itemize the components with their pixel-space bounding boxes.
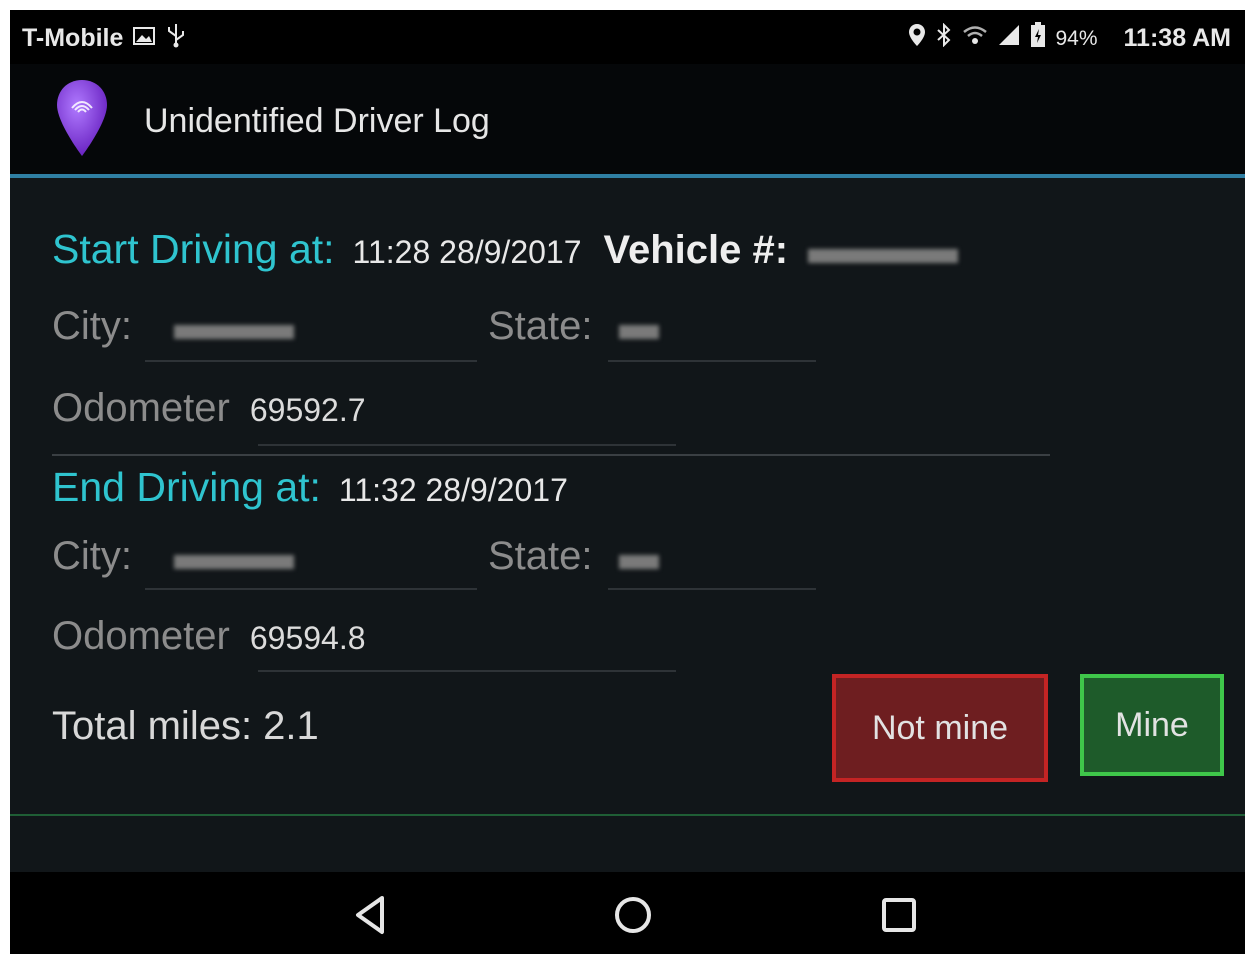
start-state-label: State: xyxy=(488,304,593,348)
end-state-label: State: xyxy=(488,534,593,578)
vehicle-label: Vehicle #: xyxy=(603,228,789,272)
total-miles-row: Total miles: 2.1 xyxy=(52,704,319,749)
not-mine-button[interactable]: Not mine xyxy=(832,674,1048,782)
status-left: T-Mobile xyxy=(22,22,187,55)
end-location-row: City: xyxy=(52,534,294,579)
wifi-icon xyxy=(962,24,988,53)
end-state-row: State: xyxy=(488,534,659,579)
start-location-row: City: xyxy=(52,304,294,349)
start-city-input[interactable] xyxy=(145,360,477,362)
start-state-row: State: xyxy=(488,304,659,349)
start-state-input[interactable] xyxy=(608,360,816,362)
driver-log-content: Start Driving at: 11:28 28/9/2017 Vehicl… xyxy=(10,178,1245,872)
location-pin-icon[interactable] xyxy=(54,78,110,158)
end-city-input[interactable] xyxy=(145,588,477,590)
section-divider xyxy=(52,454,1050,456)
device-screen: T-Mobile 94% 11:38 AM Unidentified Drive… xyxy=(10,10,1245,954)
image-icon xyxy=(133,25,156,53)
vehicle-number-redacted xyxy=(808,249,959,263)
signal-icon xyxy=(998,24,1020,53)
start-state-redacted xyxy=(618,325,659,339)
start-odometer-value[interactable]: 69592.7 xyxy=(250,392,366,429)
end-state-redacted xyxy=(618,555,659,569)
total-miles-text: Total miles: 2.1 xyxy=(52,704,319,748)
start-odometer-row: Odometer 69592.7 xyxy=(52,386,366,431)
battery-icon xyxy=(1030,22,1046,55)
app-title: Unidentified Driver Log xyxy=(144,102,490,140)
usb-icon xyxy=(165,22,187,55)
battery-percent: 94% xyxy=(1055,26,1098,50)
action-bar: Unidentified Driver Log xyxy=(10,64,1245,174)
location-icon xyxy=(908,23,926,54)
start-driving-label: Start Driving at: xyxy=(52,226,335,272)
status-bar: T-Mobile 94% 11:38 AM xyxy=(10,10,1245,64)
end-driving-row: End Driving at: 11:32 28/9/2017 xyxy=(52,464,568,511)
navigation-bar xyxy=(10,872,1245,954)
end-odometer-input[interactable] xyxy=(258,670,676,672)
end-driving-datetime: 11:32 28/9/2017 xyxy=(338,472,568,508)
bluetooth-icon xyxy=(936,22,952,54)
status-clock: 11:38 AM xyxy=(1123,24,1231,52)
status-right: 94% 11:38 AM xyxy=(908,22,1231,55)
start-city-redacted xyxy=(174,325,294,339)
back-icon[interactable] xyxy=(348,890,398,940)
start-city-label: City: xyxy=(52,304,132,348)
end-city-redacted xyxy=(174,555,294,569)
start-driving-datetime: 11:28 28/9/2017 xyxy=(352,234,582,270)
start-driving-row: Start Driving at: 11:28 28/9/2017 Vehicl… xyxy=(52,226,959,273)
end-state-input[interactable] xyxy=(608,588,816,590)
content-divider xyxy=(10,814,1245,816)
end-odometer-label: Odometer xyxy=(52,614,230,658)
end-odometer-row: Odometer 69594.8 xyxy=(52,614,366,659)
recents-icon[interactable] xyxy=(874,890,924,940)
end-odometer-value[interactable]: 69594.8 xyxy=(250,620,366,657)
carrier-name: T-Mobile xyxy=(22,24,124,52)
mine-button[interactable]: Mine xyxy=(1080,674,1224,776)
home-icon[interactable] xyxy=(608,890,658,940)
end-driving-label: End Driving at: xyxy=(52,464,321,510)
start-odometer-label: Odometer xyxy=(52,386,230,430)
end-city-label: City: xyxy=(52,534,132,578)
start-odometer-input[interactable] xyxy=(258,444,676,446)
